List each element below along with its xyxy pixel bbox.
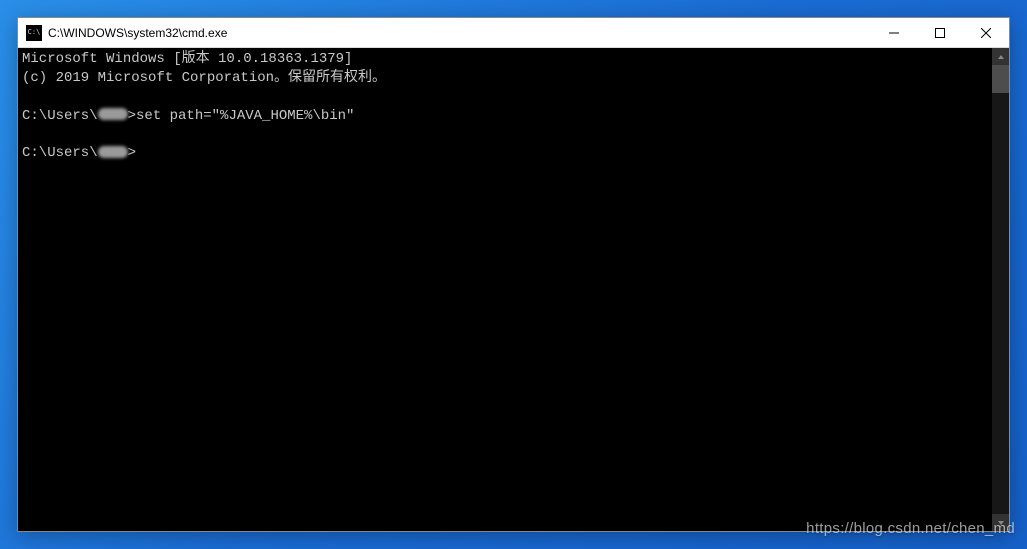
- cmd-window: C:\WINDOWS\system32\cmd.exe Microsoft Wi…: [17, 17, 1010, 532]
- scroll-thumb[interactable]: [992, 65, 1009, 93]
- terminal-line: Microsoft Windows [版本 10.0.18363.1379]: [22, 50, 988, 69]
- terminal-line: C:\Users\>: [22, 144, 988, 163]
- scroll-up-button[interactable]: [992, 48, 1009, 65]
- redacted-username: [98, 146, 128, 158]
- redacted-username: [98, 108, 128, 120]
- terminal-line: [22, 126, 988, 145]
- scrollbar[interactable]: [992, 48, 1009, 531]
- maximize-button[interactable]: [917, 18, 963, 47]
- window-controls: [871, 18, 1009, 47]
- terminal-content[interactable]: Microsoft Windows [版本 10.0.18363.1379](c…: [18, 48, 992, 531]
- terminal-line: C:\Users\>set path="%JAVA_HOME%\bin": [22, 107, 988, 126]
- scroll-track[interactable]: [992, 65, 1009, 514]
- minimize-button[interactable]: [871, 18, 917, 47]
- cmd-icon: [26, 25, 42, 41]
- window-title: C:\WINDOWS\system32\cmd.exe: [48, 26, 871, 40]
- terminal-line: [22, 88, 988, 107]
- watermark: https://blog.csdn.net/chen_md: [806, 520, 1015, 537]
- terminal-area[interactable]: Microsoft Windows [版本 10.0.18363.1379](c…: [18, 48, 1009, 531]
- terminal-line: (c) 2019 Microsoft Corporation。保留所有权利。: [22, 69, 988, 88]
- close-button[interactable]: [963, 18, 1009, 47]
- titlebar[interactable]: C:\WINDOWS\system32\cmd.exe: [18, 18, 1009, 48]
